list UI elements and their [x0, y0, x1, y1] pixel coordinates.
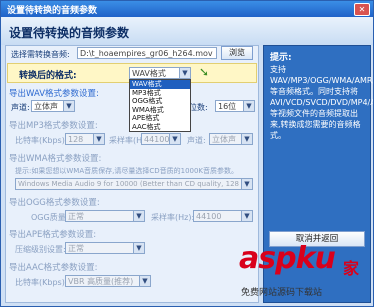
- ape-section-title: 导出APE格式参数设置:: [9, 230, 97, 240]
- title-bar: 设置待转换的音频参数 ✕: [1, 1, 373, 17]
- chevron-down-icon: ▼: [241, 211, 252, 221]
- green-arrow-icon: ➘: [199, 65, 210, 79]
- chevron-down-icon: ▼: [169, 134, 180, 144]
- dialog-window: 设置待转换的音频参数 ✕ 设置待转换的音频参数 选择需转换音频: D:\t_ho…: [0, 0, 374, 307]
- ape-level-label: 压缩级别设置:: [15, 245, 66, 254]
- window-title: 设置待转换的音频参数: [7, 6, 98, 16]
- wav-channel-value: 立体声: [34, 102, 58, 111]
- mp3-bitrate-label: 比特率(Kbps):: [15, 136, 68, 145]
- chevron-down-icon[interactable]: ▼: [179, 68, 190, 78]
- file-label: 选择需转换音频:: [11, 50, 70, 59]
- mp3-channel-select: 立体声 ▼: [209, 133, 253, 145]
- close-icon[interactable]: ✕: [354, 3, 370, 16]
- ogg-sample-select: 44100 ▼: [193, 210, 253, 222]
- format-option-aac[interactable]: AAC格式: [130, 123, 190, 132]
- tip-title: 提示:: [270, 53, 292, 63]
- chevron-down-icon[interactable]: ▼: [243, 101, 254, 111]
- wma-hint: 提示:如果您想以WMA音质保存,请尽量选择CD音质的1000K音质参数。: [15, 167, 239, 175]
- chevron-down-icon: ▼: [139, 276, 150, 286]
- file-path-field[interactable]: D:\t_hoaempires_gr06_h264.mov: [77, 47, 217, 59]
- wma-quality-value: Windows Media Audio 9 for 10000 (Better …: [18, 180, 253, 188]
- wav-bits-value: 16位: [218, 102, 237, 111]
- mp3-channel-label: 声道:: [187, 136, 206, 145]
- aac-section-title: 导出AAC格式参数设置:: [9, 263, 98, 273]
- site-watermark-logo: aspku 家 免费网站源码下载站: [239, 241, 371, 301]
- aac-bitrate-value: VBR 高质量(推荐): [68, 277, 134, 286]
- chevron-down-icon: ▼: [133, 211, 144, 221]
- chevron-down-icon: ▼: [93, 134, 104, 144]
- header-banner: 设置待转换的音频参数: [1, 17, 373, 45]
- aac-bitrate-label: 比特率(Kbps):: [15, 278, 68, 287]
- format-dropdown-list[interactable]: WAV格式 MP3格式 OGG格式 WMA格式 APE格式 AAC格式: [129, 79, 191, 132]
- tip-text: 支持WAV/MP3/OGG/WMA/AMR/APE/AAC/AC3等音频格式。同…: [270, 65, 374, 140]
- page-title: 设置待转换的音频参数: [9, 26, 130, 40]
- format-select[interactable]: WAV格式 ▼: [129, 67, 191, 79]
- mp3-bitrate-value: 128: [68, 135, 84, 144]
- format-option-wav[interactable]: WAV格式: [130, 80, 190, 89]
- wav-section-title: 导出WAV格式参数设置:: [9, 89, 99, 99]
- chevron-down-icon: ▼: [241, 179, 252, 189]
- ogg-quality-select: 正常 ▼: [65, 210, 145, 222]
- chevron-down-icon: ▼: [241, 134, 252, 144]
- chevron-down-icon[interactable]: ▼: [63, 101, 74, 111]
- mp3-section-title: 导出MP3格式参数设置:: [9, 121, 98, 131]
- watermark-cn-text: 家: [343, 259, 360, 278]
- chevron-down-icon: ▼: [133, 243, 144, 253]
- format-option-ogg[interactable]: OGG格式: [130, 97, 190, 106]
- ogg-section-title: 导出OGG格式参数设置:: [9, 198, 100, 208]
- watermark-main-text: aspku: [239, 241, 336, 276]
- ogg-sample-value: 44100: [196, 212, 222, 221]
- ogg-sample-label: 采样率(Hz):: [151, 213, 195, 222]
- wma-quality-select: Windows Media Audio 9 for 10000 (Better …: [15, 178, 253, 190]
- mp3-sample-select: 44100 ▼: [141, 133, 181, 145]
- ape-level-value: 正常: [68, 244, 84, 253]
- watermark-sub-text: 免费网站源码下载站: [241, 288, 323, 298]
- mp3-channel-value: 立体声: [212, 135, 236, 144]
- ogg-quality-value: 正常: [68, 212, 84, 221]
- mp3-bitrate-select: 128 ▼: [65, 133, 105, 145]
- format-option-ape[interactable]: APE格式: [130, 114, 190, 123]
- wma-section-title: 导出WMA格式参数设置:: [9, 154, 102, 164]
- format-label: 转换后的格式:: [19, 71, 77, 81]
- wav-bits-select[interactable]: 16位 ▼: [215, 100, 255, 112]
- browse-button[interactable]: 浏览: [221, 46, 253, 60]
- wav-bits-label: 位数:: [189, 103, 208, 112]
- aac-bitrate-select: VBR 高质量(推荐) ▼: [65, 275, 151, 287]
- wav-channel-label: 声道:: [11, 103, 30, 112]
- wav-channel-select[interactable]: 立体声 ▼: [31, 100, 75, 112]
- ape-level-select: 正常 ▼: [65, 242, 145, 254]
- mp3-sample-value: 44100: [144, 135, 170, 144]
- ogg-quality-label: OGG质量:: [31, 213, 69, 222]
- format-selected-value: WAV格式: [132, 69, 166, 78]
- format-option-wma[interactable]: WMA格式: [130, 106, 190, 115]
- format-option-mp3[interactable]: MP3格式: [130, 89, 190, 98]
